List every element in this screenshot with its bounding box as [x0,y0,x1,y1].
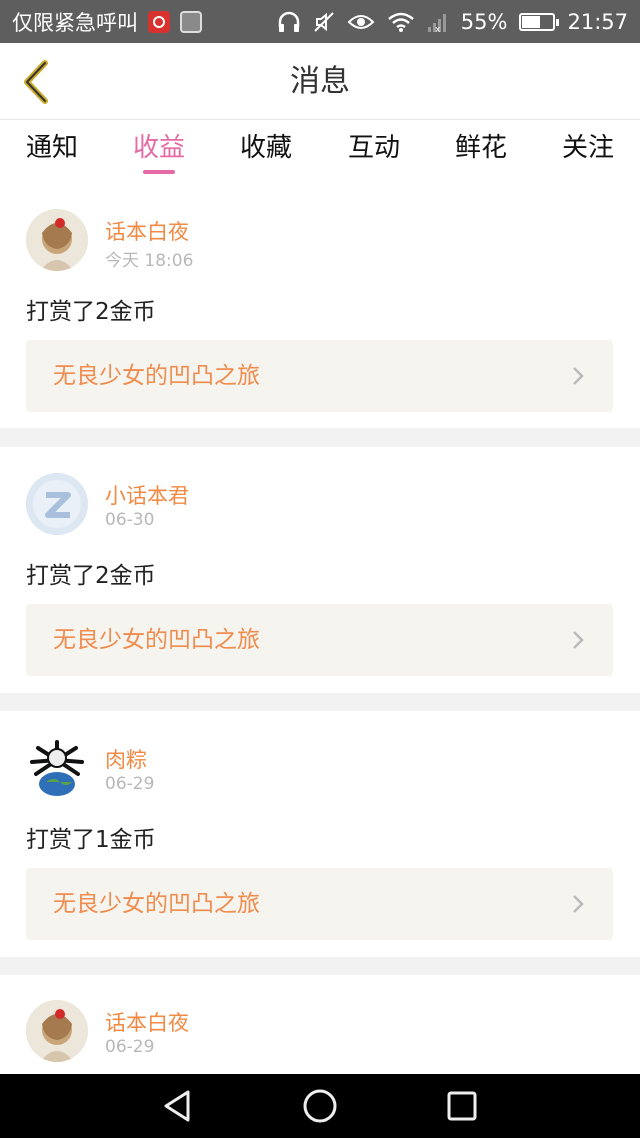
gallery-icon [180,10,202,33]
book-title: 无良少女的凹凸之旅 [53,891,260,917]
avatar[interactable] [26,209,88,271]
list-item: 话本白夜 今天 18:06 打赏了2金币 无良少女的凹凸之旅 [0,182,640,428]
book-title: 无良少女的凹凸之旅 [53,627,260,653]
chevron-right-icon [573,631,584,649]
tab-notifications[interactable]: 通知 [2,120,102,182]
tab-label: 互动 [347,133,400,163]
carrier-text: 仅限紧急呼叫 [12,10,138,35]
chevron-right-icon [573,895,584,913]
book-link[interactable]: 无良少女的凹凸之旅 [26,868,613,940]
headphone-icon [278,11,300,32]
active-tab-indicator [143,170,175,174]
reward-text: 打赏了2金币 [26,299,156,325]
mute-icon [314,11,334,32]
tab-earnings[interactable]: 收益 [109,120,209,182]
status-bar: 仅限紧急呼叫 x 55% 21:57 [0,0,640,43]
tab-bar: 通知 收益 收藏 互动 鲜花 关注 [0,120,640,182]
avatar[interactable] [26,1000,88,1062]
tab-flowers[interactable]: 鲜花 [431,120,531,182]
system-nav-bar [0,1074,640,1138]
clock: 21:57 [567,9,628,34]
list-item: 话本白夜 06-29 [0,975,640,1074]
chevron-right-icon [573,367,584,385]
tab-label: 通知 [25,133,78,163]
timestamp: 今天 18:06 [105,251,194,271]
svg-text:x: x [435,25,441,33]
timestamp: 06-29 [105,774,155,794]
reward-text: 打赏了2金币 [26,563,156,589]
username[interactable]: 肉粽 [105,744,147,774]
tab-interactions[interactable]: 互动 [324,120,424,182]
book-link[interactable]: 无良少女的凹凸之旅 [26,340,613,412]
eye-icon [347,14,375,29]
battery-icon [519,12,560,31]
avatar[interactable] [26,473,88,535]
tab-label: 鲜花 [454,133,507,163]
username[interactable]: 话本白夜 [105,216,189,246]
home-circle-icon[interactable] [300,1086,340,1126]
back-triangle-icon[interactable] [158,1086,198,1126]
wifi-icon [387,12,414,32]
page-title: 消息 [290,64,350,99]
list-item: 小话本君 06-30 打赏了2金币 无良少女的凹凸之旅 [0,447,640,693]
message-list: 话本白夜 今天 18:06 打赏了2金币 无良少女的凹凸之旅 小话本君 06-3… [0,182,640,1074]
avatar[interactable] [26,736,88,798]
tab-label: 收藏 [239,133,292,163]
book-link[interactable]: 无良少女的凹凸之旅 [26,604,613,676]
reward-text: 打赏了1金币 [26,827,156,853]
recents-square-icon[interactable] [442,1086,482,1126]
timestamp: 06-29 [105,1037,155,1057]
netease-music-icon [148,10,170,33]
tab-favorites[interactable]: 收藏 [216,120,316,182]
header: 消息 [0,43,640,120]
username[interactable]: 话本白夜 [105,1007,189,1037]
battery-percent: 55% [460,9,508,34]
username[interactable]: 小话本君 [105,480,189,510]
tab-follows[interactable]: 关注 [538,120,638,182]
list-item: 肉粽 06-29 打赏了1金币 无良少女的凹凸之旅 [0,711,640,957]
tab-label: 关注 [561,133,614,163]
timestamp: 06-30 [105,510,155,530]
tab-label: 收益 [132,133,185,163]
signal-icon: x [427,13,446,33]
book-title: 无良少女的凹凸之旅 [53,363,260,389]
